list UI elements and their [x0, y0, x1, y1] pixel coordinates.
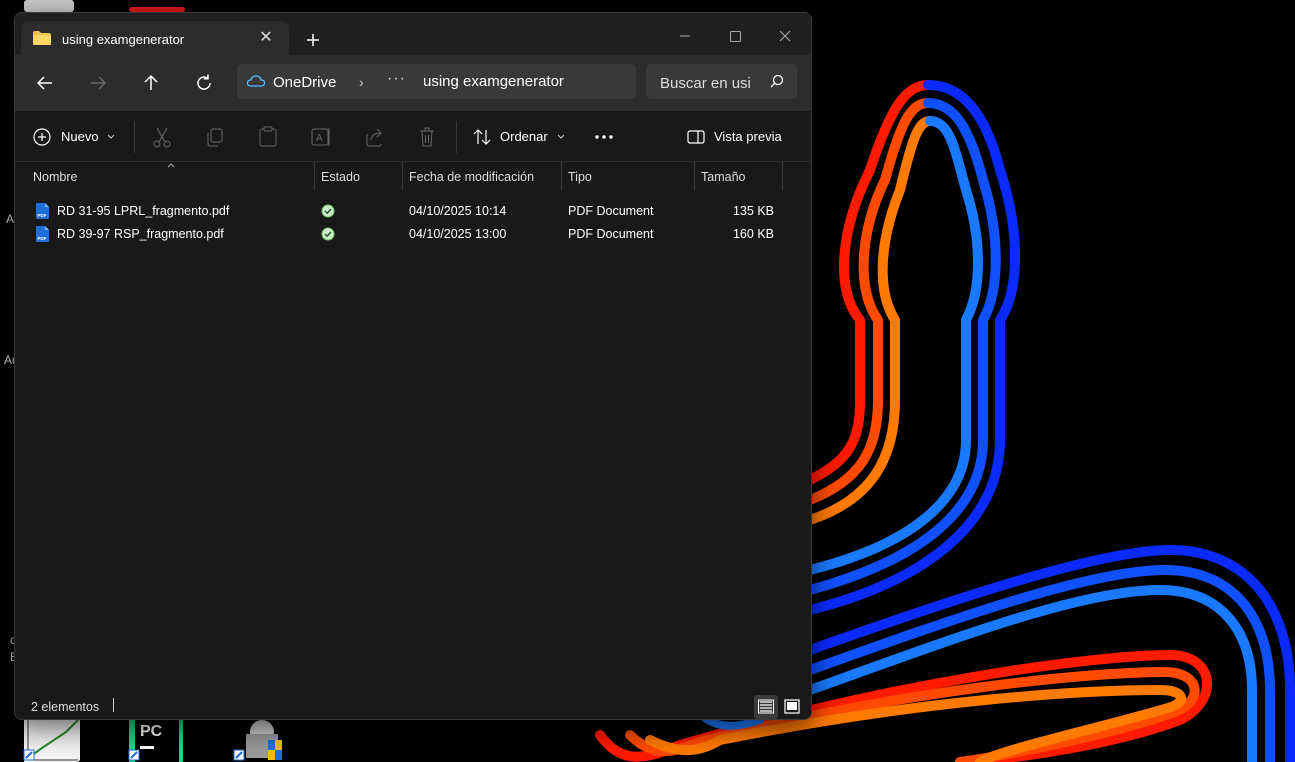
svg-text:PC: PC	[140, 723, 163, 740]
refresh-icon[interactable]	[191, 70, 217, 96]
large-icons-view-icon[interactable]	[780, 695, 804, 719]
breadcrumb-overflow-button[interactable]: ···	[387, 70, 406, 88]
onedrive-cloud-icon	[247, 75, 265, 87]
command-bar: Nuevo A Ordenar Vista previa	[15, 111, 811, 162]
search-input[interactable]	[660, 73, 764, 93]
column-header-name[interactable]: Nombre	[33, 170, 77, 184]
new-tab-plus-icon[interactable]	[302, 29, 324, 51]
minimize-button[interactable]	[665, 21, 705, 51]
desktop-label-fragment: A	[6, 212, 15, 226]
folder-icon	[33, 31, 51, 45]
preview-pane-label: Vista previa	[714, 129, 782, 144]
file-type: PDF Document	[568, 227, 654, 241]
chevron-down-icon	[107, 134, 115, 139]
forward-arrow-icon[interactable]	[85, 70, 111, 96]
navigation-bar: OneDrive › ··· using examgenerator	[15, 55, 811, 111]
tab-title: using examgenerator	[62, 32, 185, 47]
column-divider[interactable]	[561, 162, 562, 190]
synced-check-icon	[321, 204, 335, 218]
file-row[interactable]: PDF RD 39-97 RSP_fragmento.pdf 04/10/202…	[31, 223, 791, 245]
file-modified: 04/10/2025 13:00	[409, 227, 507, 241]
title-bar: using examgenerator ✕	[15, 13, 811, 55]
column-divider[interactable]	[402, 162, 403, 190]
back-arrow-icon[interactable]	[32, 70, 58, 96]
rename-icon[interactable]: A	[310, 124, 332, 150]
column-headers: Nombre Estado Fecha de modificación Tipo…	[15, 162, 811, 192]
close-tab-icon[interactable]: ✕	[257, 29, 275, 47]
details-view-icon[interactable]	[754, 695, 778, 719]
file-size: 135 KB	[732, 204, 774, 218]
status-divider	[113, 698, 114, 712]
sort-label: Ordenar	[500, 129, 548, 144]
file-name: RD 31-95 LPRL_fragmento.pdf	[57, 204, 230, 218]
status-bar: 2 elementos	[15, 693, 811, 719]
search-icon[interactable]	[770, 74, 784, 88]
close-window-button[interactable]	[765, 21, 805, 51]
file-row[interactable]: PDF RD 31-95 LPRL_fragmento.pdf 04/10/20…	[31, 200, 791, 222]
copy-icon[interactable]	[204, 124, 226, 150]
column-divider[interactable]	[782, 162, 783, 190]
installer-desktop-icon[interactable]	[232, 718, 290, 762]
file-size: 160 KB	[732, 227, 774, 241]
file-modified: 04/10/2025 10:14	[409, 204, 507, 218]
pdf-file-icon: PDF	[36, 203, 49, 219]
item-count: 2 elementos	[31, 700, 100, 714]
address-bar[interactable]: OneDrive › ··· using examgenerator	[237, 64, 636, 99]
search-box[interactable]	[646, 64, 797, 99]
column-header-status[interactable]: Estado	[321, 170, 360, 184]
plus-circle-icon	[33, 128, 51, 146]
file-explorer-window: using examgenerator ✕ OneDrive › ··· usi…	[14, 12, 812, 720]
svg-text:PDF: PDF	[38, 213, 47, 218]
pycharm-desktop-icon[interactable]: PC	[127, 718, 185, 762]
svg-text:A: A	[316, 133, 323, 144]
cut-icon[interactable]	[151, 124, 173, 150]
sort-ascending-caret-icon	[167, 163, 175, 168]
preview-pane-icon	[687, 130, 705, 144]
up-arrow-icon[interactable]	[138, 70, 164, 96]
breadcrumb-chevron-icon[interactable]: ›	[359, 74, 364, 90]
chevron-down-icon	[557, 134, 565, 139]
preview-pane-button[interactable]: Vista previa	[687, 124, 799, 150]
share-icon[interactable]	[363, 124, 385, 150]
column-header-modified[interactable]: Fecha de modificación	[409, 170, 534, 184]
maximize-button[interactable]	[715, 21, 755, 51]
column-header-size[interactable]: Tamaño	[701, 170, 745, 184]
column-divider[interactable]	[694, 162, 695, 190]
breadcrumb-current-folder[interactable]: using examgenerator	[423, 73, 564, 90]
desktop-icon[interactable]	[24, 0, 74, 12]
column-divider[interactable]	[314, 162, 315, 190]
delete-trash-icon[interactable]	[416, 124, 438, 150]
sort-arrows-icon	[473, 129, 491, 145]
new-label: Nuevo	[61, 129, 99, 144]
new-button[interactable]: Nuevo	[33, 124, 123, 150]
file-type: PDF Document	[568, 204, 654, 218]
synced-check-icon	[321, 227, 335, 241]
divider	[456, 121, 457, 153]
pdf-file-icon: PDF	[36, 226, 49, 242]
more-options-icon[interactable]	[593, 124, 615, 150]
folder-tab[interactable]: using examgenerator ✕	[21, 21, 289, 55]
file-name: RD 39-97 RSP_fragmento.pdf	[57, 227, 224, 241]
sort-button[interactable]: Ordenar	[473, 124, 569, 150]
divider	[134, 121, 135, 153]
chart-app-desktop-icon[interactable]	[22, 718, 80, 762]
column-header-type[interactable]: Tipo	[568, 170, 592, 184]
paste-icon[interactable]	[257, 124, 279, 150]
svg-text:PDF: PDF	[38, 236, 47, 241]
breadcrumb-onedrive[interactable]: OneDrive	[273, 74, 336, 91]
